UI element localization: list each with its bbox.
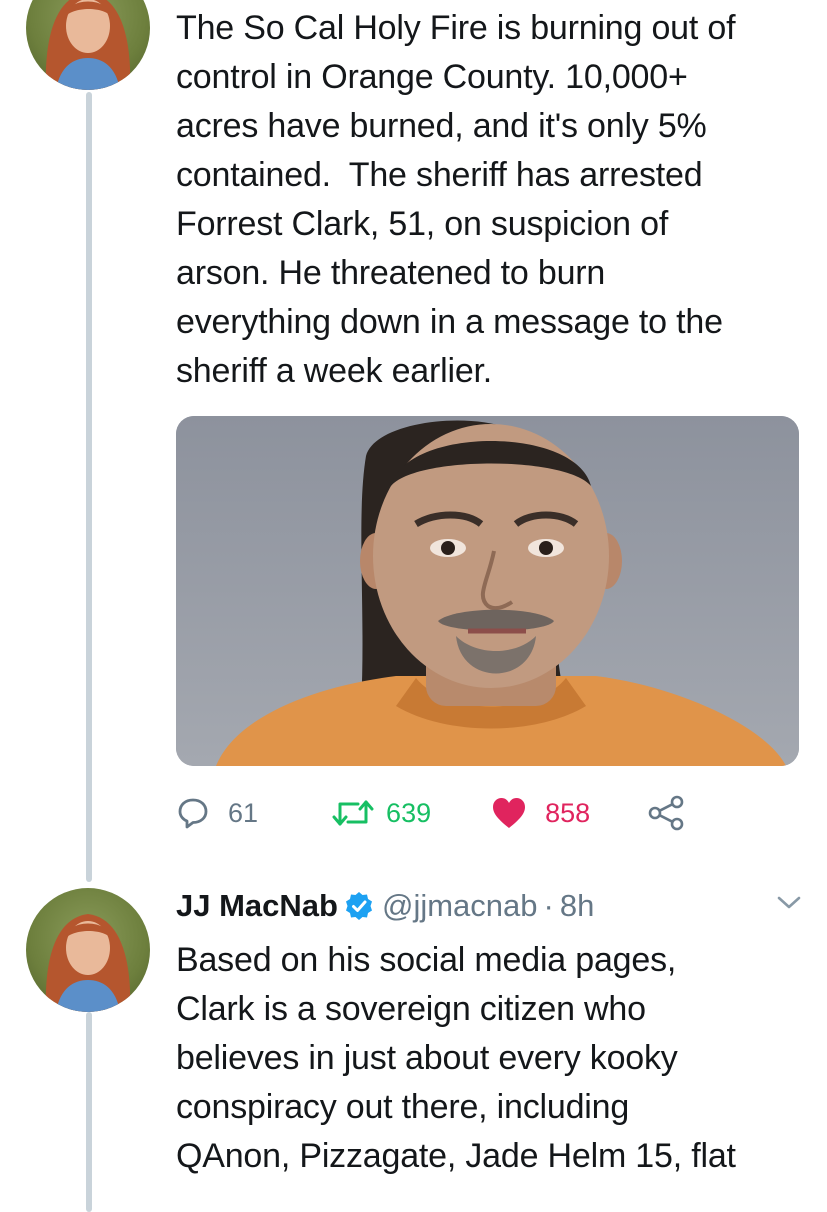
reply-button[interactable]: 61 — [176, 796, 258, 830]
author-name[interactable]: JJ MacNab — [176, 888, 338, 924]
retweet-icon — [332, 800, 374, 826]
heart-icon — [493, 798, 526, 828]
like-count: 858 — [545, 797, 591, 828]
share-icon — [648, 795, 684, 831]
tweet-timestamp[interactable]: 8h — [560, 888, 594, 924]
like-button[interactable]: 858 — [491, 796, 590, 830]
tweet-text: Based on his social media pages, Clark i… — [176, 941, 736, 1175]
tweet-photo[interactable] — [176, 416, 799, 766]
tweet-text: The So Cal Holy Fire is burning out of c… — [176, 9, 736, 390]
reply-count: 61 — [228, 797, 259, 828]
reply-icon — [178, 798, 208, 829]
author-avatar[interactable] — [26, 888, 150, 1012]
tweet-header: JJ MacNab @jjmacnab · 8h — [176, 884, 594, 928]
tweet-actions: 61 639 858 — [176, 790, 736, 836]
author-avatar[interactable] — [26, 0, 150, 90]
meta-separator: · — [543, 888, 554, 923]
thread-connector-line — [86, 92, 92, 882]
retweet-button[interactable]: 639 — [332, 796, 431, 830]
thread-connector-line — [86, 1012, 92, 1212]
chevron-down-icon[interactable] — [776, 894, 802, 912]
share-button[interactable] — [646, 795, 686, 831]
author-handle[interactable]: @jjmacnab — [382, 888, 538, 924]
verified-badge-icon — [345, 892, 372, 920]
retweet-count: 639 — [386, 797, 432, 828]
